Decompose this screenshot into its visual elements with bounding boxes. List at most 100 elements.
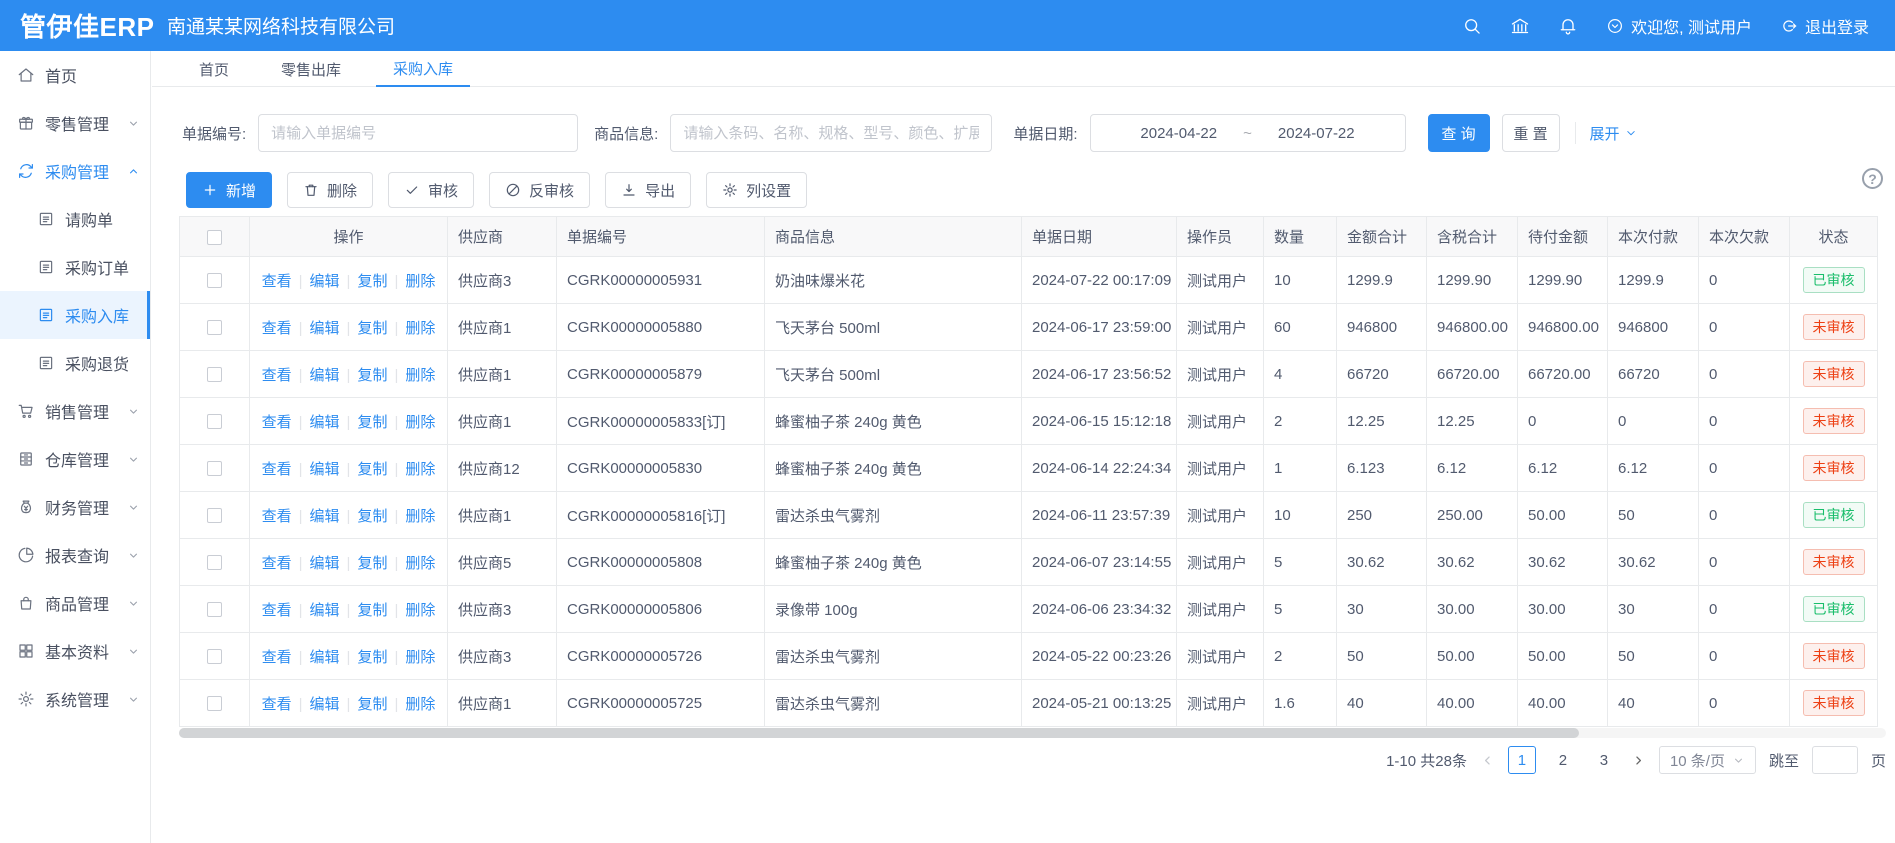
row-checkbox[interactable]: [207, 696, 222, 711]
sidebar-item-report-query[interactable]: 报表查询: [0, 531, 150, 579]
sidebar-item-basic-data[interactable]: 基本资料: [0, 627, 150, 675]
row-action-edit[interactable]: 编辑: [310, 414, 340, 431]
sidebar-item-home[interactable]: 首页: [0, 51, 150, 99]
sidebar-item-system-mgmt[interactable]: 系统管理: [0, 675, 150, 723]
order-no-input[interactable]: [258, 114, 578, 152]
tab-purchase-inbound[interactable]: 采购入库: [376, 51, 470, 87]
row-action-edit[interactable]: 编辑: [310, 508, 340, 525]
row-checkbox[interactable]: [207, 414, 222, 429]
row-action-view[interactable]: 查看: [262, 649, 292, 666]
expand-link[interactable]: 展开: [1590, 123, 1638, 144]
sidebar-item-product-mgmt[interactable]: 商品管理: [0, 579, 150, 627]
date-range-input[interactable]: 2024-04-22 ~ 2024-07-22: [1090, 114, 1406, 152]
row-action-view[interactable]: 查看: [262, 273, 292, 290]
row-action-edit[interactable]: 编辑: [310, 602, 340, 619]
sidebar-item-purchase-order[interactable]: 采购订单: [0, 243, 150, 291]
table-header-row: 操作供应商单据编号商品信息单据日期操作员数量金额合计含税合计待付金额本次付款本次…: [180, 217, 1878, 257]
row-checkbox[interactable]: [207, 649, 222, 664]
row-action-view[interactable]: 查看: [262, 320, 292, 337]
sidebar-item-purchase-mgmt[interactable]: 采购管理: [0, 147, 150, 195]
row-action-view[interactable]: 查看: [262, 555, 292, 572]
next-page-icon[interactable]: [1631, 753, 1646, 768]
row-checkbox[interactable]: [207, 602, 222, 617]
row-action-copy[interactable]: 复制: [357, 367, 387, 384]
row-action-edit[interactable]: 编辑: [310, 696, 340, 713]
row-action-delete[interactable]: 删除: [405, 367, 435, 384]
row-action-view[interactable]: 查看: [262, 367, 292, 384]
row-action-edit[interactable]: 编辑: [310, 367, 340, 384]
row-action-copy[interactable]: 复制: [357, 273, 387, 290]
page-3[interactable]: 3: [1590, 746, 1618, 774]
row-action-edit[interactable]: 编辑: [310, 649, 340, 666]
row-action-delete[interactable]: 删除: [405, 461, 435, 478]
sidebar-item-purchase-inbound[interactable]: 采购入库: [0, 291, 150, 339]
row-checkbox[interactable]: [207, 320, 222, 335]
row-action-view[interactable]: 查看: [262, 508, 292, 525]
product-info-input[interactable]: [670, 114, 992, 152]
page-1[interactable]: 1: [1508, 746, 1536, 774]
approve-button[interactable]: 审核: [388, 172, 474, 208]
sidebar-item-purchase-request[interactable]: 请购单: [0, 195, 150, 243]
page-size-select[interactable]: 10 条/页: [1659, 746, 1756, 774]
select-all-checkbox[interactable]: [207, 230, 222, 245]
row-action-view[interactable]: 查看: [262, 602, 292, 619]
row-action-delete[interactable]: 删除: [405, 320, 435, 337]
row-action-edit[interactable]: 编辑: [310, 320, 340, 337]
welcome-user[interactable]: 欢迎您, 测试用户: [1606, 14, 1752, 38]
row-action-delete[interactable]: 删除: [405, 414, 435, 431]
delete-button[interactable]: 删除: [287, 172, 373, 208]
prev-page-icon[interactable]: [1480, 753, 1495, 768]
sidebar-item-retail-mgmt[interactable]: 零售管理: [0, 99, 150, 147]
row-action-delete[interactable]: 删除: [405, 649, 435, 666]
row-action-delete[interactable]: 删除: [405, 602, 435, 619]
unapprove-button[interactable]: 反审核: [489, 172, 590, 208]
date-from[interactable]: 2024-04-22: [1140, 125, 1217, 142]
row-action-copy[interactable]: 复制: [357, 461, 387, 478]
row-action-copy[interactable]: 复制: [357, 555, 387, 572]
row-action-copy[interactable]: 复制: [357, 602, 387, 619]
row-action-edit[interactable]: 编辑: [310, 273, 340, 290]
reset-button[interactable]: 重 置: [1502, 114, 1560, 152]
row-checkbox[interactable]: [207, 273, 222, 288]
add-button[interactable]: 新增: [186, 172, 272, 208]
row-checkbox[interactable]: [207, 555, 222, 570]
help-icon[interactable]: ?: [1862, 168, 1883, 189]
search-icon[interactable]: [1462, 16, 1482, 36]
row-action-edit[interactable]: 编辑: [310, 555, 340, 572]
sidebar-item-warehouse-mgmt[interactable]: 仓库管理: [0, 435, 150, 483]
cell-date: 2024-05-21 00:13:25: [1022, 680, 1177, 727]
row-action-delete[interactable]: 删除: [405, 273, 435, 290]
row-action-delete[interactable]: 删除: [405, 696, 435, 713]
cell-supplier: 供应商1: [448, 680, 557, 727]
tab-home[interactable]: 首页: [182, 51, 246, 87]
sidebar-item-sales-mgmt[interactable]: 销售管理: [0, 387, 150, 435]
tab-retail-outbound[interactable]: 零售出库: [264, 51, 358, 87]
jump-page-input[interactable]: [1812, 746, 1858, 774]
cell-date: 2024-06-11 23:57:39: [1022, 492, 1177, 539]
row-checkbox[interactable]: [207, 367, 222, 382]
row-action-view[interactable]: 查看: [262, 696, 292, 713]
row-action-copy[interactable]: 复制: [357, 508, 387, 525]
logout-button[interactable]: 退出登录: [1780, 14, 1869, 38]
column-settings-button[interactable]: 列设置: [706, 172, 807, 208]
row-action-copy[interactable]: 复制: [357, 414, 387, 431]
row-action-copy[interactable]: 复制: [357, 649, 387, 666]
row-action-copy[interactable]: 复制: [357, 320, 387, 337]
row-action-view[interactable]: 查看: [262, 461, 292, 478]
row-checkbox[interactable]: [207, 508, 222, 523]
row-checkbox[interactable]: [207, 461, 222, 476]
page-2[interactable]: 2: [1549, 746, 1577, 774]
row-action-copy[interactable]: 复制: [357, 696, 387, 713]
row-action-edit[interactable]: 编辑: [310, 461, 340, 478]
row-action-view[interactable]: 查看: [262, 414, 292, 431]
row-action-delete[interactable]: 删除: [405, 508, 435, 525]
row-action-delete[interactable]: 删除: [405, 555, 435, 572]
export-button[interactable]: 导出: [605, 172, 691, 208]
scrollbar-thumb[interactable]: [179, 728, 1579, 738]
search-button[interactable]: 查 询: [1428, 114, 1490, 152]
bell-icon[interactable]: [1558, 16, 1578, 36]
sidebar-item-finance-mgmt[interactable]: 财务管理: [0, 483, 150, 531]
bank-icon[interactable]: [1510, 16, 1530, 36]
date-to[interactable]: 2024-07-22: [1278, 125, 1355, 142]
sidebar-item-purchase-return[interactable]: 采购退货: [0, 339, 150, 387]
